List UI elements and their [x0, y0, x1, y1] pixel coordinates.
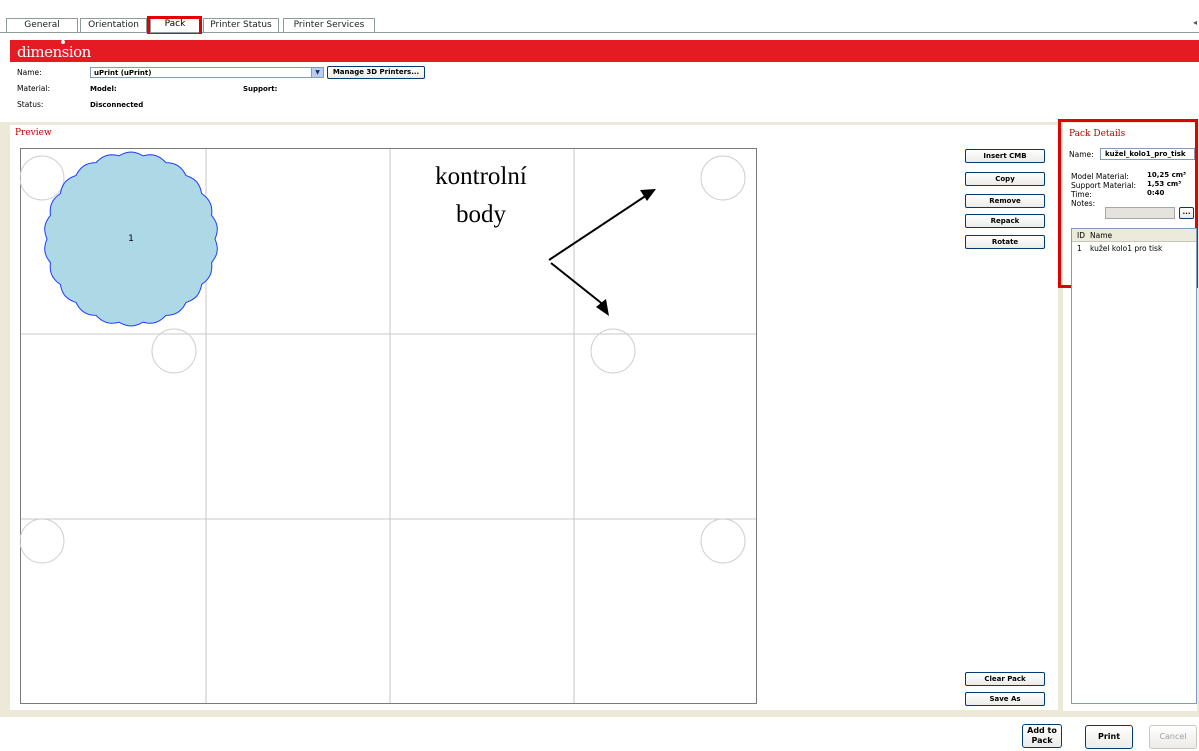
model-material-label: Model Material:	[1071, 172, 1129, 181]
annotation-text: body	[456, 201, 506, 228]
tab-general[interactable]: General	[6, 18, 78, 32]
print-button[interactable]: Print	[1085, 725, 1133, 749]
footer-bar	[0, 717, 1199, 751]
support-material-value: 1,53 cm³	[1147, 180, 1182, 188]
time-label: Time:	[1071, 190, 1092, 199]
add-to-pack-label: Add to	[1027, 726, 1057, 735]
cancel-button[interactable]: Cancel	[1149, 725, 1197, 749]
status-label: Status:	[17, 100, 44, 109]
pack-details-title: Pack Details	[1069, 129, 1126, 139]
printer-select[interactable]: uPrint (uPrint) ▼	[90, 67, 324, 78]
column-header-id[interactable]: ID	[1077, 231, 1085, 240]
pack-name-field[interactable]: kužel_kolo1_pro_tisk	[1100, 148, 1195, 160]
support-material-label: Support Material:	[1071, 181, 1137, 190]
preview-title: Preview	[15, 128, 52, 138]
list-item-name: kužel kolo1 pro tisk	[1090, 244, 1163, 253]
pack-parts-list[interactable]: ID Name 1 kužel kolo1 pro tisk	[1071, 228, 1197, 704]
printer-select-value: uPrint (uPrint)	[94, 69, 152, 77]
annotation-text: kontrolní	[435, 163, 527, 190]
chevron-down-icon[interactable]: ▼	[311, 68, 323, 77]
support-label: Support:	[243, 85, 278, 93]
scroll-arrow-icon[interactable]: ◂	[1193, 18, 1197, 27]
model-material-value: 10,25 cm³	[1147, 171, 1187, 179]
build-plate-canvas[interactable]: 1	[20, 148, 757, 704]
insert-cmb-button[interactable]: Insert CMB	[965, 149, 1045, 163]
column-header-name[interactable]: Name	[1090, 231, 1112, 240]
brand-logo: dimension	[17, 43, 91, 61]
pack-tab-highlight	[147, 16, 202, 36]
pack-name-label: Name:	[1069, 150, 1094, 159]
clear-pack-button[interactable]: Clear Pack	[965, 672, 1045, 686]
list-item-id: 1	[1077, 244, 1082, 253]
tab-printer-status[interactable]: Printer Status	[203, 18, 279, 32]
list-header: ID Name	[1072, 229, 1196, 242]
notes-label: Notes:	[1071, 199, 1096, 208]
save-as-button[interactable]: Save As	[965, 692, 1045, 706]
remove-button[interactable]: Remove	[965, 194, 1045, 208]
tab-orientation[interactable]: Orientation	[80, 18, 147, 32]
status-value: Disconnected	[90, 101, 144, 109]
notes-field[interactable]	[1105, 207, 1175, 219]
list-item[interactable]: 1 kužel kolo1 pro tisk	[1072, 243, 1196, 253]
material-label: Material:	[17, 84, 50, 93]
rotate-button[interactable]: Rotate	[965, 235, 1045, 249]
tab-printer-services[interactable]: Printer Services	[283, 18, 375, 32]
copy-button[interactable]: Copy	[965, 172, 1045, 186]
part-id-label: 1	[128, 234, 134, 244]
name-label: Name:	[17, 68, 42, 77]
manage-printers-button[interactable]: Manage 3D Printers...	[327, 66, 425, 79]
add-to-pack-label: Pack	[1031, 736, 1053, 745]
model-label: Model:	[90, 85, 117, 93]
add-to-pack-button[interactable]: Add to Pack	[1022, 724, 1062, 748]
brand-logo-mark-icon	[61, 40, 65, 44]
time-value: 0:40	[1147, 189, 1165, 197]
repack-button[interactable]: Repack	[965, 214, 1045, 228]
brand-bar	[10, 40, 1199, 62]
notes-browse-button[interactable]: ...	[1179, 207, 1194, 219]
